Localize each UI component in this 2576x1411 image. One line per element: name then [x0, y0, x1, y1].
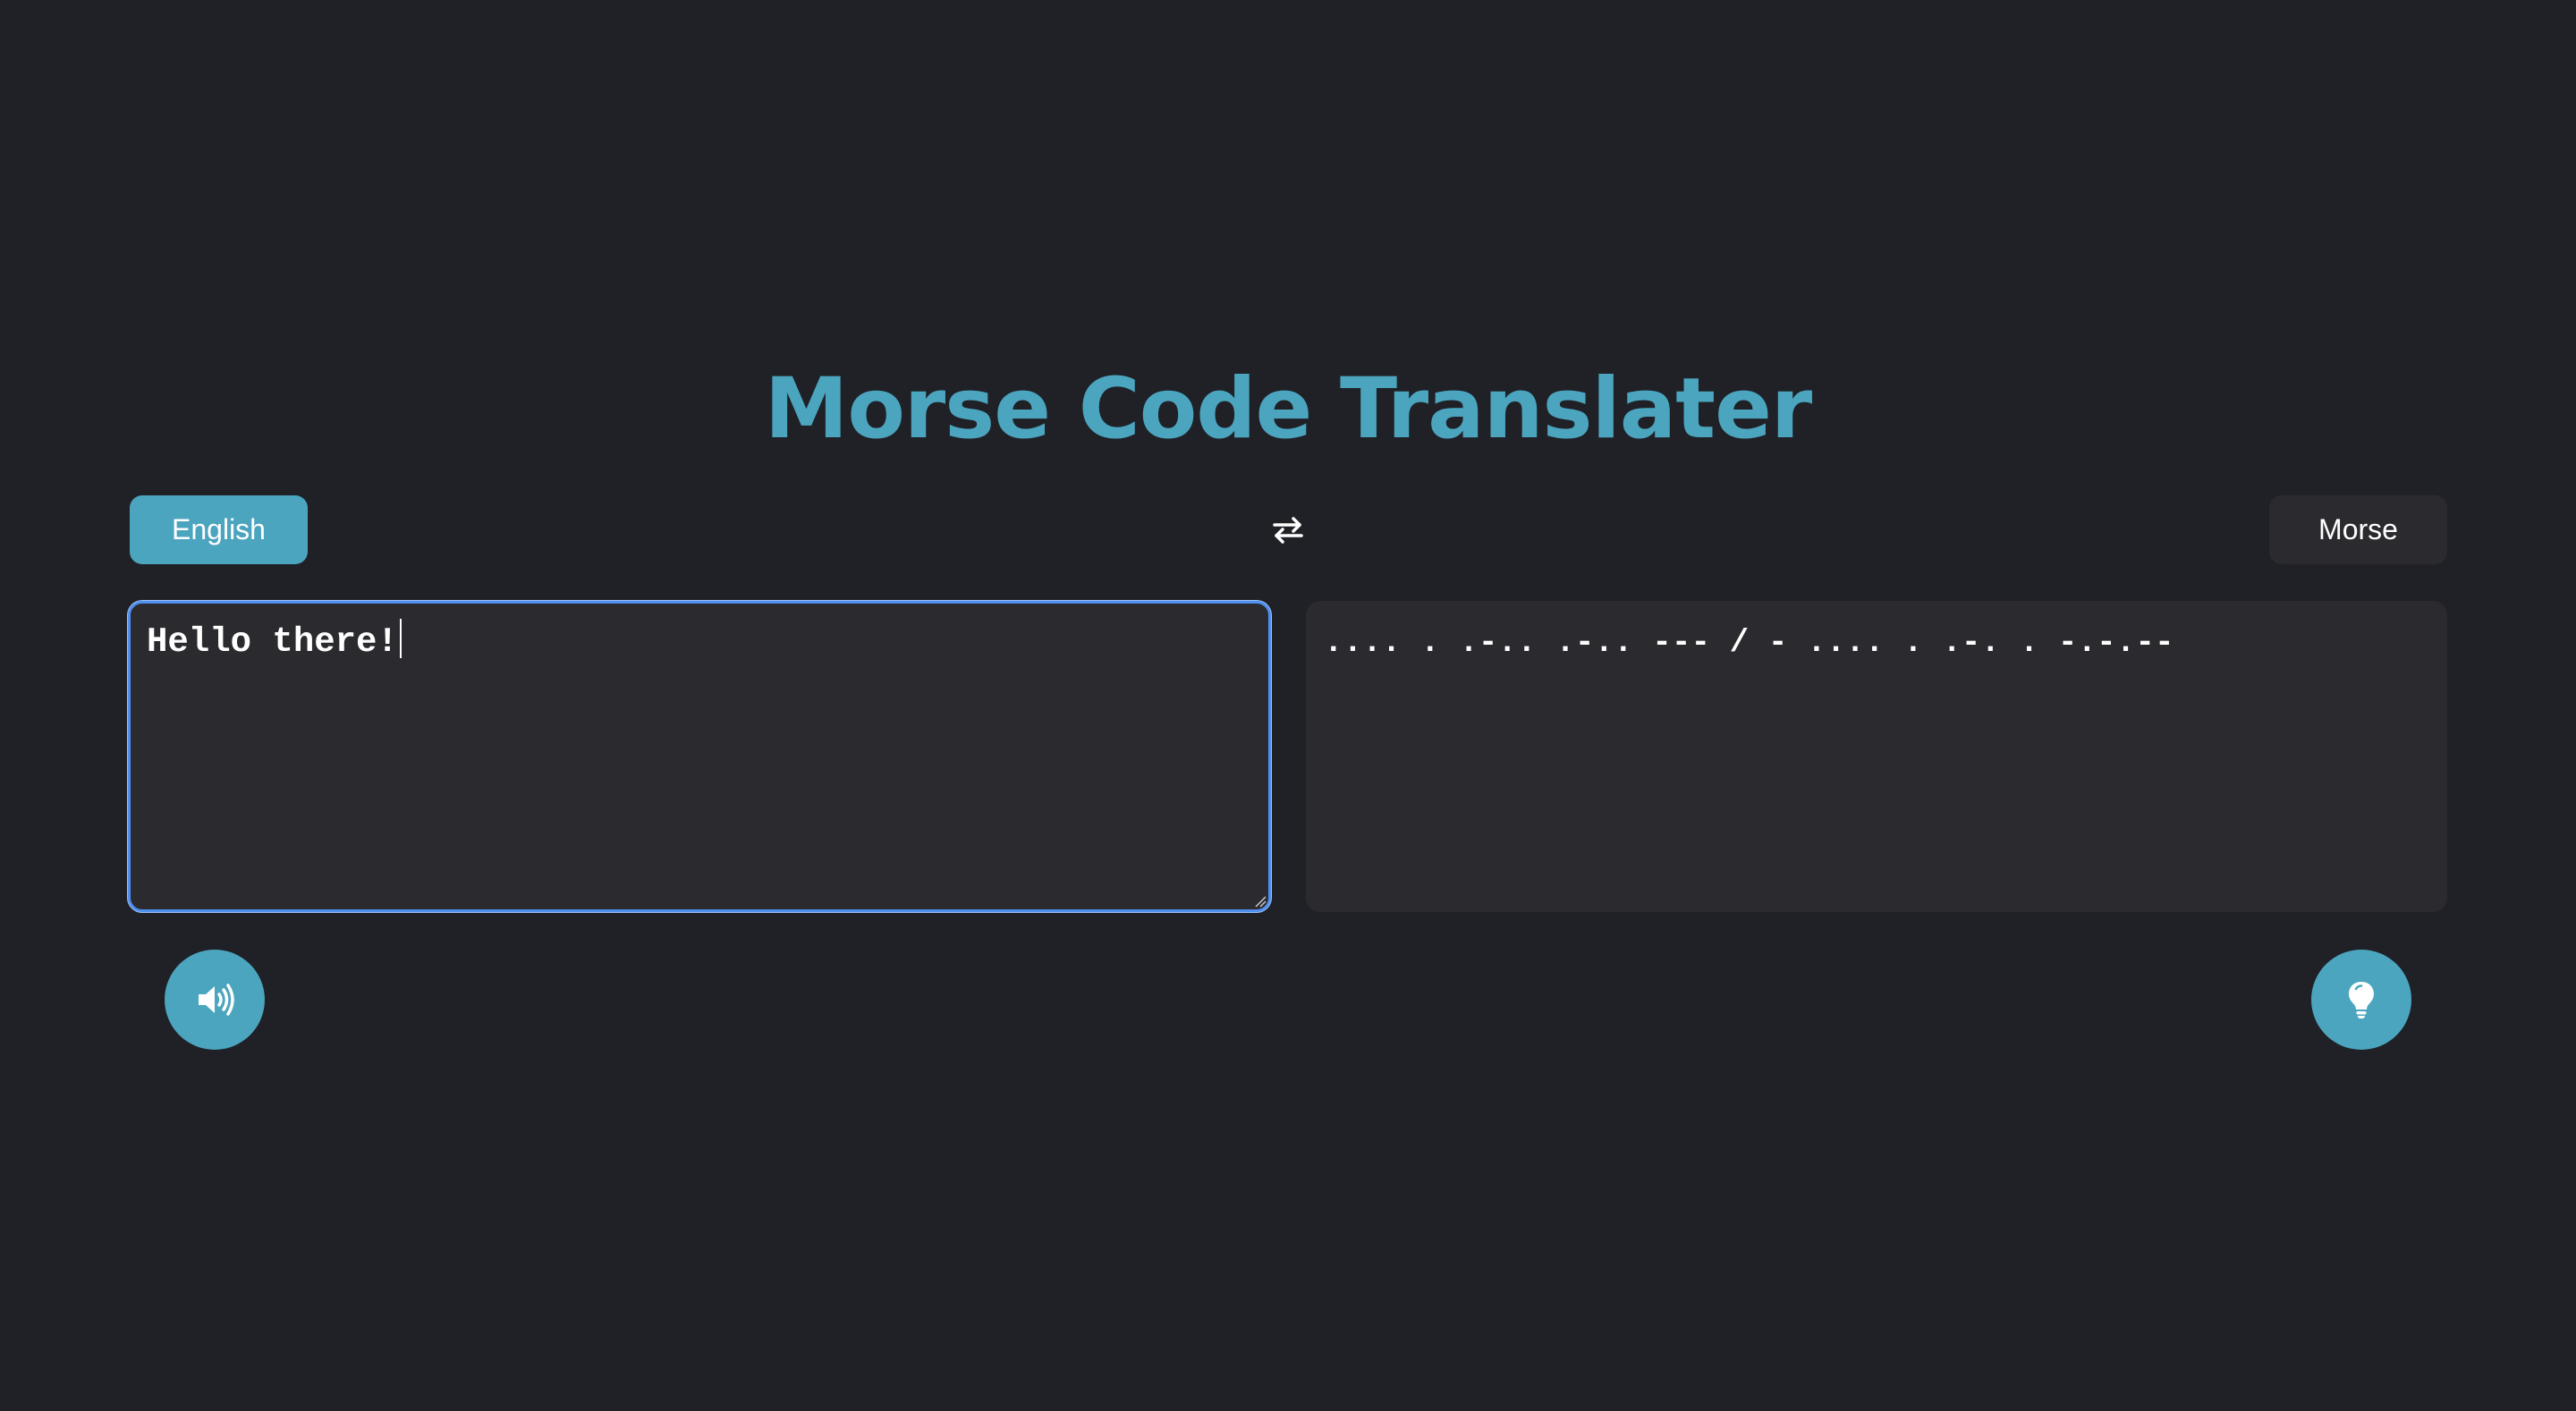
hint-button[interactable] — [2311, 950, 2411, 1050]
english-input-textarea[interactable]: Hello there! — [128, 601, 1271, 912]
speaker-icon — [199, 984, 234, 1016]
resize-grip-icon[interactable] — [1254, 895, 1267, 908]
page-title: Morse Code Translater — [764, 360, 1812, 458]
play-sound-button[interactable] — [165, 950, 265, 1050]
swap-arrows-icon — [1273, 517, 1303, 544]
source-language-label: English — [172, 513, 266, 545]
morse-output-panel: .... . .-.. .-.. --- / - .... . .-. . -.… — [1306, 601, 2447, 912]
translator-page: Morse Code Translater English Morse Hell… — [0, 0, 2576, 1411]
output-text: .... . .-.. .-.. --- / - .... . .-. . -.… — [1324, 624, 2174, 661]
input-text: Hello there! — [147, 622, 398, 662]
target-language-label: Morse — [2318, 513, 2398, 545]
target-language-button[interactable]: Morse — [2269, 495, 2447, 564]
lightbulb-icon — [2349, 982, 2374, 1018]
source-language-button[interactable]: English — [130, 495, 308, 564]
text-caret — [399, 619, 402, 658]
swap-languages-button[interactable] — [1269, 511, 1307, 549]
